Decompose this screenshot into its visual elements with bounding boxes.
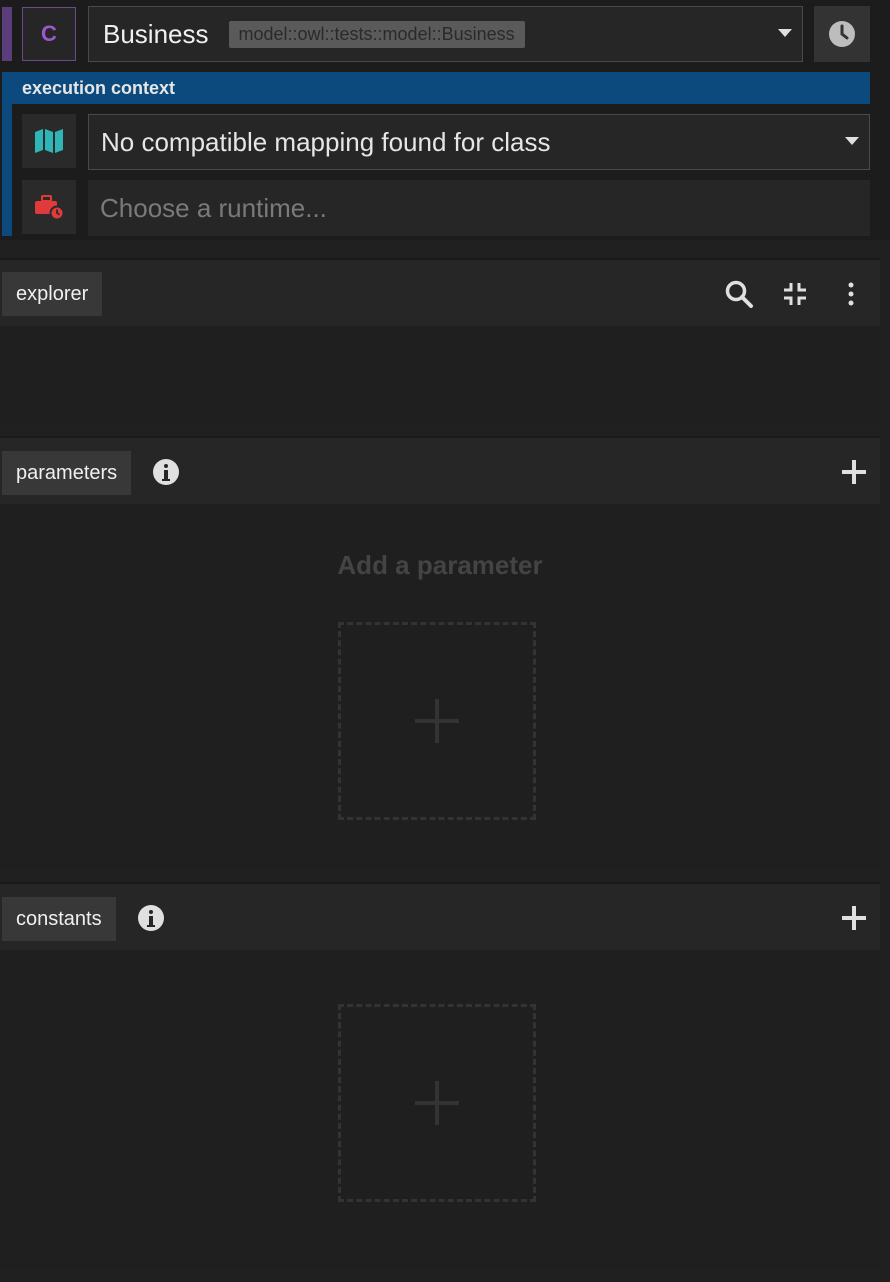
- constants-panel-header: constants: [0, 882, 880, 950]
- parameters-panel-header: parameters: [0, 436, 880, 504]
- class-badge-letter: C: [41, 21, 57, 46]
- execution-context: execution context No compatible mapping …: [0, 70, 890, 240]
- execution-context-title: execution context: [22, 77, 176, 98]
- explorer-tab-label: explorer: [16, 282, 89, 305]
- constant-drop-zone[interactable]: [338, 1004, 536, 1202]
- execution-context-side-bar: [2, 104, 12, 236]
- parameters-tab-label: parameters: [16, 461, 118, 484]
- class-accent-bar: [2, 7, 12, 61]
- class-badge: C: [22, 7, 76, 61]
- constants-tab-label: constants: [16, 907, 102, 930]
- class-select[interactable]: Business model::owl::tests::model::Busin…: [88, 6, 803, 62]
- class-selector-row: C Business model::owl::tests::model::Bus…: [0, 0, 890, 70]
- map-icon: [35, 129, 63, 153]
- chevron-down-icon: [845, 137, 859, 145]
- more-options-icon[interactable]: [846, 282, 856, 306]
- execution-context-header: execution context: [2, 72, 870, 104]
- class-path-badge: model::owl::tests::model::Business: [228, 20, 525, 48]
- constants-tab[interactable]: constants: [2, 897, 116, 941]
- mapping-select-value: No compatible mapping found for class: [101, 126, 551, 157]
- runtime-icon-tile: [22, 180, 76, 234]
- parameters-panel-body: Add a parameter: [0, 504, 880, 868]
- plus-icon: [415, 699, 459, 743]
- mapping-icon-tile: [22, 114, 76, 168]
- collapse-icon[interactable]: [782, 281, 808, 307]
- info-icon[interactable]: [152, 458, 180, 486]
- runtime-select[interactable]: Choose a runtime...: [88, 180, 870, 236]
- info-icon[interactable]: [137, 904, 165, 932]
- search-icon[interactable]: [724, 279, 754, 309]
- clock-icon: [829, 21, 855, 47]
- chevron-down-icon: [778, 29, 792, 37]
- explorer-panel-header: explorer: [0, 258, 880, 326]
- constants-panel-body: [0, 950, 880, 1268]
- runtime-placeholder: Choose a runtime...: [100, 192, 327, 223]
- parameter-drop-zone[interactable]: [338, 622, 536, 820]
- add-parameter-icon[interactable]: [840, 458, 868, 486]
- history-button[interactable]: [814, 6, 870, 62]
- add-constant-icon[interactable]: [840, 904, 868, 932]
- mapping-select[interactable]: No compatible mapping found for class: [88, 114, 870, 170]
- explorer-tab[interactable]: explorer: [2, 272, 103, 316]
- runtime-icon: [35, 195, 65, 220]
- plus-icon: [415, 1081, 459, 1125]
- explorer-panel-body: [0, 326, 880, 424]
- class-name: Business: [103, 18, 209, 49]
- parameters-tab[interactable]: parameters: [2, 451, 132, 495]
- add-parameter-text: Add a parameter: [337, 550, 543, 580]
- query-builder-panel: C Business model::owl::tests::model::Bus…: [0, 0, 890, 1282]
